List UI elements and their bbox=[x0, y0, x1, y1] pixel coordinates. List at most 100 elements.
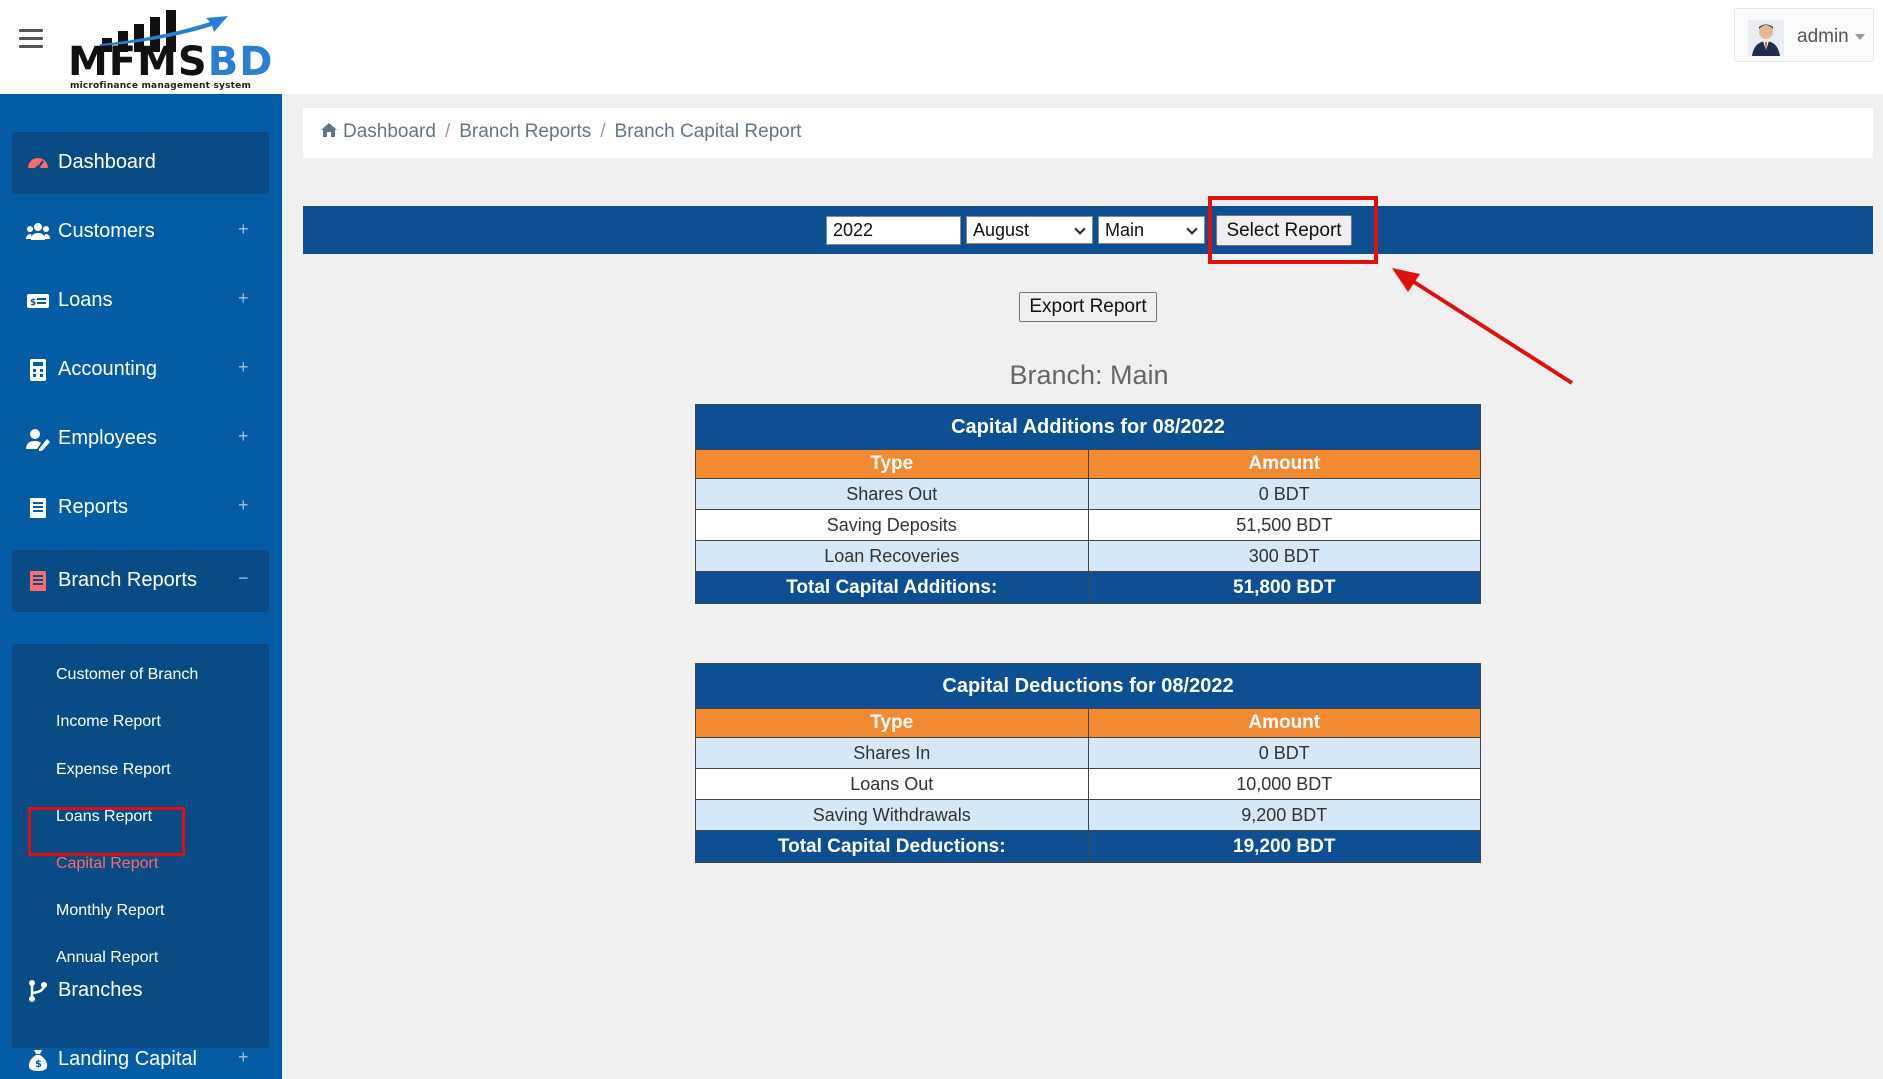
app-logo[interactable]: MFMSBD microfinance management system bbox=[66, 4, 272, 91]
sidebar-item-employees[interactable]: Employees + bbox=[12, 408, 269, 470]
sidebar-item-label: Branch Reports bbox=[58, 569, 197, 591]
calculator-icon bbox=[30, 359, 46, 381]
expand-icon[interactable]: + bbox=[238, 426, 249, 447]
dashboard-icon bbox=[28, 158, 48, 171]
report-icon bbox=[30, 498, 46, 518]
table-cell: Shares In bbox=[695, 737, 1089, 769]
capital-additions-table: Capital Additions for 08/2022 Type Amoun… bbox=[695, 404, 1481, 604]
report-icon bbox=[30, 571, 46, 591]
total-value: 51,800 BDT bbox=[1087, 571, 1481, 604]
month-select[interactable]: August bbox=[966, 216, 1093, 244]
capital-deductions-table: Capital Deductions for 08/2022 Type Amou… bbox=[695, 663, 1481, 863]
sidebar-item-accounting[interactable]: Accounting + bbox=[12, 339, 269, 401]
table-cell: 9,200 BDT bbox=[1087, 799, 1481, 831]
sidebar-item-label: Loans bbox=[58, 289, 113, 311]
submenu-expense-report[interactable]: Expense Report bbox=[56, 761, 171, 779]
breadcrumb-separator: / bbox=[600, 121, 606, 142]
sidebar-item-label: Branches bbox=[58, 979, 143, 1001]
sidebar-item-landing-capital[interactable]: $ Landing Capital + bbox=[12, 1029, 269, 1079]
total-label: Total Capital Deductions: bbox=[695, 830, 1089, 863]
branch-select[interactable]: Main bbox=[1098, 216, 1205, 244]
user-name: admin bbox=[1797, 26, 1849, 47]
sidebar-item-label: Landing Capital bbox=[58, 1048, 197, 1070]
sidebar-item-branch-reports[interactable]: Branch Reports − bbox=[12, 550, 269, 612]
table-row: Saving Deposits 51,500 BDT bbox=[695, 509, 1481, 541]
table-row: Saving Withdrawals 9,200 BDT bbox=[695, 799, 1481, 831]
top-header: MFMSBD microfinance management system ad… bbox=[0, 0, 1883, 94]
sidebar-item-reports[interactable]: Reports + bbox=[12, 477, 269, 539]
report-filter-bar: August Main Select Report bbox=[303, 206, 1873, 254]
collapse-icon[interactable]: − bbox=[238, 568, 249, 589]
money-bag-icon: $ bbox=[28, 1050, 48, 1071]
submenu-monthly-report[interactable]: Monthly Report bbox=[56, 902, 165, 920]
chevron-down-icon bbox=[1074, 223, 1086, 235]
sidebar-item-branches[interactable]: Branches bbox=[12, 960, 269, 1022]
sidebar-item-label: Employees bbox=[58, 427, 157, 449]
export-report-button[interactable]: Export Report bbox=[1019, 292, 1157, 322]
total-row: Total Capital Deductions: 19,200 BDT bbox=[695, 830, 1481, 863]
breadcrumb-separator: / bbox=[444, 121, 451, 142]
branch-icon bbox=[29, 980, 47, 1002]
table-cell: 0 BDT bbox=[1087, 478, 1481, 510]
column-header-type: Type bbox=[695, 449, 1089, 479]
table-title: Capital Deductions for 08/2022 bbox=[695, 663, 1481, 709]
home-icon bbox=[321, 123, 337, 137]
hamburger-menu-icon[interactable] bbox=[19, 29, 43, 49]
capital-report-highlight-box bbox=[28, 807, 185, 856]
expand-icon[interactable]: + bbox=[238, 219, 249, 240]
table-row: Loan Recoveries 300 BDT bbox=[695, 540, 1481, 572]
branch-title: Branch: Main bbox=[1009, 360, 1169, 390]
breadcrumb-branch-reports[interactable]: Branch Reports bbox=[459, 121, 591, 142]
user-menu[interactable]: admin bbox=[1734, 8, 1874, 62]
submenu-customer-of-branch[interactable]: Customer of Branch bbox=[56, 666, 198, 684]
user-avatar-icon bbox=[1748, 20, 1784, 56]
column-header-type: Type bbox=[695, 708, 1089, 738]
expand-icon[interactable]: + bbox=[238, 357, 249, 378]
table-cell: 300 BDT bbox=[1087, 540, 1481, 572]
table-title: Capital Additions for 08/2022 bbox=[695, 404, 1481, 450]
month-select-value: August bbox=[973, 220, 1030, 240]
svg-text:$: $ bbox=[35, 1059, 42, 1070]
money-card-icon: $ bbox=[27, 294, 49, 308]
avatar bbox=[1748, 20, 1784, 56]
column-header-amount: Amount bbox=[1087, 708, 1481, 738]
table-cell: 0 BDT bbox=[1087, 737, 1481, 769]
select-report-highlight-box bbox=[1208, 196, 1378, 264]
breadcrumb: Dashboard / Branch Reports / Branch Capital … bbox=[303, 108, 1873, 158]
expand-icon[interactable]: + bbox=[238, 1047, 249, 1068]
sidebar-item-loans[interactable]: $ Loans + bbox=[12, 270, 269, 332]
sidebar-item-label: Accounting bbox=[58, 358, 157, 380]
branch-select-value: Main bbox=[1105, 220, 1145, 240]
table-cell: Saving Deposits bbox=[695, 509, 1089, 541]
submenu-capital-report[interactable]: Capital Report bbox=[56, 855, 158, 873]
table-cell: Saving Withdrawals bbox=[695, 799, 1089, 831]
sidebar-item-label: Reports bbox=[58, 496, 129, 518]
table-row: Shares Out 0 BDT bbox=[695, 478, 1481, 510]
expand-icon[interactable]: + bbox=[238, 288, 249, 309]
sidebar-item-customers[interactable]: Customers + bbox=[12, 201, 269, 263]
sidebar: Dashboard Customers + $ Loans + Accounti… bbox=[0, 94, 282, 1079]
svg-text:$: $ bbox=[30, 298, 36, 308]
logo-tagline: microfinance management system bbox=[70, 81, 252, 91]
table-cell: Loans Out bbox=[695, 768, 1089, 800]
table-cell: Shares Out bbox=[695, 478, 1089, 510]
sidebar-item-label: Customers bbox=[58, 220, 155, 242]
sidebar-item-dashboard[interactable]: Dashboard bbox=[12, 132, 269, 194]
table-cell: 10,000 BDT bbox=[1087, 768, 1481, 800]
chevron-down-icon bbox=[1186, 223, 1198, 235]
submenu-income-report[interactable]: Income Report bbox=[56, 713, 161, 731]
expand-icon[interactable]: + bbox=[238, 495, 249, 516]
year-input[interactable] bbox=[826, 216, 961, 245]
table-row: Shares In 0 BDT bbox=[695, 737, 1481, 769]
breadcrumb-dashboard[interactable]: Dashboard bbox=[343, 121, 436, 142]
table-row: Loans Out 10,000 BDT bbox=[695, 768, 1481, 800]
users-icon bbox=[26, 223, 50, 240]
logo-wordmark: MFMSBD bbox=[68, 39, 274, 85]
table-cell: Loan Recoveries bbox=[695, 540, 1089, 572]
table-cell: 51,500 BDT bbox=[1087, 509, 1481, 541]
total-label: Total Capital Additions: bbox=[695, 571, 1089, 604]
column-header-amount: Amount bbox=[1087, 449, 1481, 479]
breadcrumb-current: Branch Capital Report bbox=[614, 121, 802, 142]
user-edit-icon bbox=[26, 429, 50, 451]
chevron-down-icon bbox=[1855, 34, 1865, 40]
